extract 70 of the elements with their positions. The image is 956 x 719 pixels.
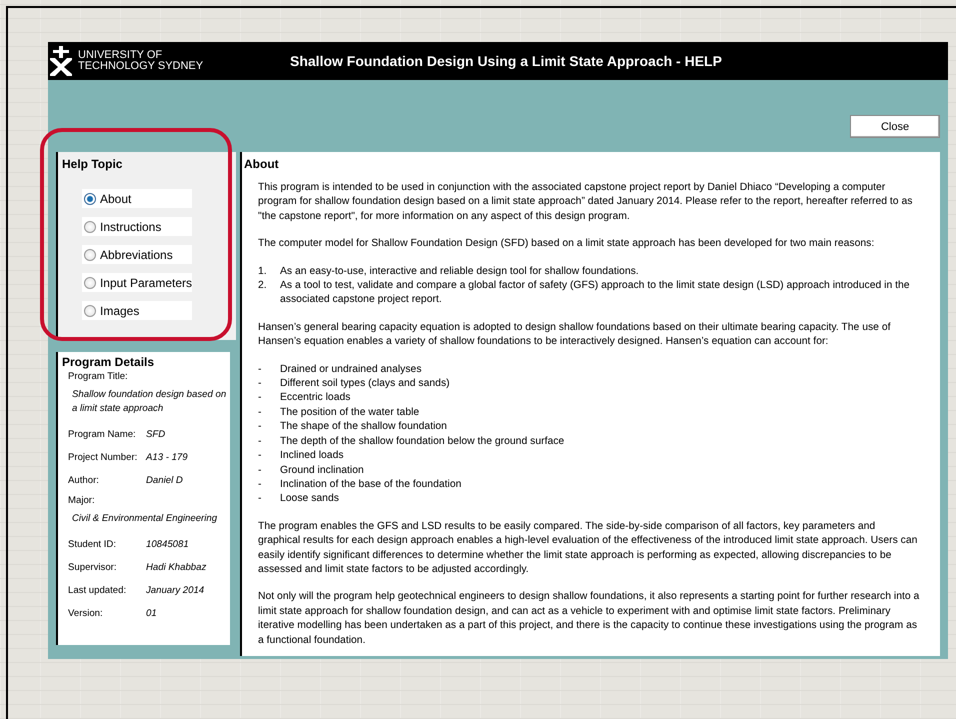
paragraph: Hansen’s general bearing capacity equation is adopted to design shallow foundations based on their ultimate bearing capacity. The use of Hansen’s equation enables a variety of shallow foundations to be interactively designed. Hansen’s equation can account for:	[258, 320, 892, 350]
field-label: Student ID:	[68, 539, 117, 550]
list-item: Drained or undrained analyses	[280, 362, 423, 377]
logo-text: TECHNOLOGY SYDNEY	[78, 61, 204, 72]
list-marker: -	[258, 391, 262, 406]
list-marker: -	[258, 362, 262, 377]
field-label: Project Number:	[68, 452, 138, 463]
field-value: Daniel D	[146, 475, 183, 486]
paragraph: The computer model for Shallow Foundation Design (SFD) based on a limit state approach has been developed for two main reasons:	[258, 237, 876, 252]
list-marker: -	[258, 434, 262, 449]
list-item: Inclination of the base of the foundation	[280, 478, 462, 492]
list-item: Ground inclination	[280, 464, 365, 478]
list-marker: -	[258, 406, 262, 420]
radio-option[interactable]: Images	[82, 301, 192, 320]
close-button[interactable]: Close	[850, 115, 940, 138]
field-label: Program Name:	[68, 429, 137, 440]
panel-title: About	[244, 157, 279, 171]
list-marker: -	[258, 377, 262, 392]
list-item: Different soil types (clays and sands)	[280, 377, 451, 392]
window-title: Shallow Foundation Design Using a Limit State Approach - HELP	[290, 53, 722, 69]
paragraph: This program is intended to be used in conjunction with the associated capstone project report by Daniel Dhiaco “Developing a computer program for shallow foundation design based on a limit state approach” dated January 2014. Please refer to the report, hereafter referred to as "the capstone report", for more information on any aspect of this design program.	[258, 181, 914, 224]
field-value: 01	[146, 608, 157, 619]
field-value: January 2014	[146, 585, 204, 596]
list-marker: -	[258, 492, 262, 506]
radio-button[interactable]	[84, 248, 96, 260]
field-label: Supervisor:	[68, 562, 118, 573]
radio-label: Abbreviations	[100, 248, 173, 262]
list-item: As an easy-to-use, interactive and reliable design tool for shallow foundations.	[280, 264, 640, 279]
field-label: Last updated:	[68, 585, 128, 596]
field-value: 10845081	[146, 539, 189, 550]
field-value: SFD	[146, 429, 166, 440]
panel-title: Program Details	[62, 355, 156, 369]
radio-button[interactable]	[84, 220, 96, 232]
list-marker: -	[258, 420, 262, 434]
paragraph: The program enables the GFS and LSD results to be easily compared. The side-by-side comparison of all factors, key parameters and graphical results for each design approach enables a high-level evaluation of the effectiveness of the introduced limit state approach. Users can easily identify significant differences to determine whether the limit state approach is performing as expected, allowing discrepancies to be assessed and limit state factors to be adjusted accordingly.	[258, 520, 918, 577]
field-label: Program Title:	[68, 371, 129, 382]
list-item: The position of the water table	[280, 406, 420, 420]
radio-label: About	[100, 192, 132, 206]
field-label: Author:	[68, 475, 100, 486]
field-value: Shallow foundation design based on a limit state approach	[71, 388, 228, 416]
field-value: Hadi Khabbaz	[146, 562, 206, 573]
field-value: Civil & Environmental Engineering	[71, 512, 218, 526]
field-label: Major:	[68, 495, 96, 506]
logo-icon	[50, 46, 72, 76]
radio-option[interactable]: Input Parameters	[82, 273, 192, 292]
list-item: Inclined loads	[280, 449, 345, 464]
radio-label: Input Parameters	[100, 276, 192, 290]
radio-option[interactable]: Abbreviations	[82, 245, 192, 264]
radio-label: Images	[100, 304, 140, 318]
list-item: As a tool to test, validate and compare a global factor of safety (GFS) approach to the limit state design (LSD) approach introduced in the associated capstone project report.	[280, 279, 911, 308]
logo-text: UNIVERSITY OF	[78, 50, 164, 61]
list-item: The depth of the shallow foundation below the ground surface	[280, 434, 566, 449]
field-value: A13 - 179	[146, 452, 188, 463]
list-marker: -	[258, 478, 262, 492]
list-item: The shape of the shallow foundation	[280, 420, 448, 434]
panel-title: Help Topic	[62, 157, 122, 171]
radio-option[interactable]: About	[82, 189, 192, 208]
list-marker: -	[258, 449, 262, 464]
field-label: Version:	[68, 608, 104, 619]
list-marker: 2.	[258, 279, 268, 294]
radio-label: Instructions	[100, 220, 162, 234]
radio-button[interactable]	[84, 192, 96, 204]
list-item: Eccentric loads	[280, 391, 352, 406]
radio-option[interactable]: Instructions	[82, 217, 192, 236]
list-marker: 1.	[258, 264, 268, 279]
list-item: Loose sands	[280, 492, 340, 506]
list-marker: -	[258, 464, 262, 478]
radio-button[interactable]	[84, 276, 96, 288]
radio-button[interactable]	[84, 304, 96, 316]
paragraph: Not only will the program help geotechnical engineers to design shallow foundations, it also represents a starting point for further research into a limit state approach for shallow foundation design, and can act as a vehicle to experiment with and optimise limit state factors. Preliminary iterative modelling has been undertaken as a part of this project, and there is the capacity to continue these investigations using the program as a functional foundation.	[258, 590, 920, 648]
